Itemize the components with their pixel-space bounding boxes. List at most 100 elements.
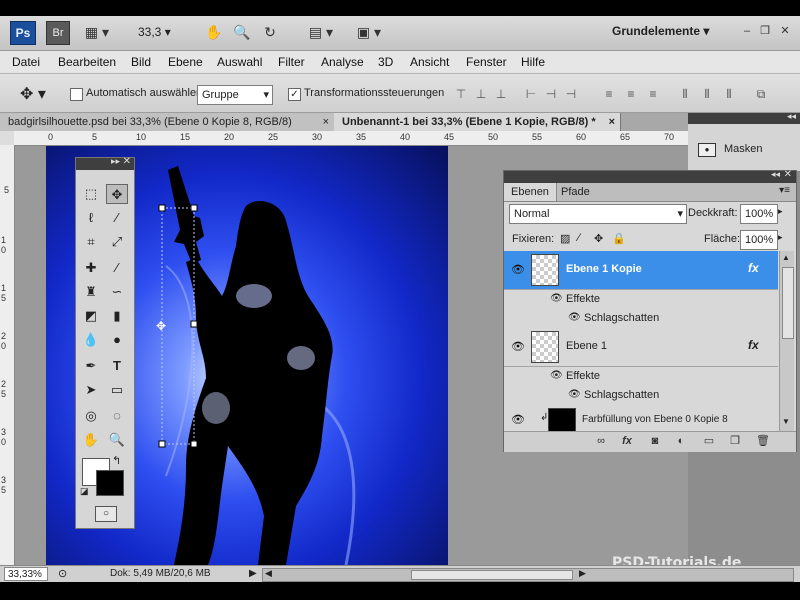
transform-controls-checkbox[interactable]: ✓ — [288, 88, 301, 101]
layer-row-ebene-1-kopie[interactable]: 👁 Ebene 1 Kopie fx — [504, 251, 778, 290]
restore-button[interactable]: ❐ — [756, 22, 774, 40]
close-icon[interactable]: ✕ — [784, 169, 792, 180]
menu-hilfe[interactable]: Hilfe — [521, 55, 545, 69]
align-top-icon[interactable]: ⊤ — [452, 87, 470, 101]
mask-icon[interactable]: ● — [698, 143, 716, 157]
tab-unbenannt-1[interactable]: Unbenannt-1 bei 33,3% (Ebene 1 Kopie, RG… — [334, 113, 621, 131]
marquee-tool-icon[interactable]: ⬚ — [80, 184, 102, 204]
3d-orbit-icon[interactable]: ◌ — [106, 406, 128, 426]
menu-3d[interactable]: 3D — [378, 55, 393, 69]
link-layers-icon[interactable]: ∞ — [592, 434, 610, 448]
zoom-tool-icon[interactable]: 🔍 — [232, 22, 252, 42]
layer-name[interactable]: Farbfüllung von Ebene 0 Kopie 8 — [582, 414, 728, 425]
blend-mode-dropdown[interactable]: Normal ▾ — [509, 204, 687, 224]
effect-row-drop-shadow[interactable]: 👁 Schlagschatten — [504, 309, 778, 329]
3d-rotate-icon[interactable]: ◎ — [80, 406, 102, 426]
new-layer-icon[interactable]: ❐ — [726, 434, 744, 448]
effects-row[interactable]: 👁 Effekte — [504, 367, 778, 387]
move-tool-preset-icon[interactable]: ✥ ▾ — [20, 84, 46, 104]
visibility-eye-icon[interactable]: 👁 — [568, 312, 581, 323]
crop-tool-icon[interactable]: ⌗ — [80, 232, 102, 252]
collapse-icon[interactable]: ◂◂ — [771, 169, 780, 180]
status-menu-arrow-icon[interactable]: ▶ — [249, 568, 257, 579]
horizontal-ruler[interactable]: 0 5 10 15 20 25 30 35 40 45 50 55 60 65 … — [14, 131, 688, 146]
tab-pfade[interactable]: Pfade — [554, 183, 597, 201]
opacity-input[interactable]: 100% — [740, 204, 778, 224]
distribute-center-icon[interactable]: ≡ — [622, 87, 640, 101]
add-mask-icon[interactable]: ◙ — [646, 434, 664, 448]
scroll-down-icon[interactable]: ▼ — [782, 417, 790, 426]
visibility-eye-icon[interactable]: 👁 — [510, 263, 526, 277]
lock-position-icon[interactable]: ✥ — [594, 232, 603, 245]
align-left-icon[interactable]: ⊢ — [522, 87, 540, 101]
quick-mask-icon[interactable]: ○ — [95, 506, 117, 522]
lock-pixels-icon[interactable]: ∕ — [578, 232, 580, 244]
background-color-swatch[interactable] — [96, 470, 124, 496]
menu-ebene[interactable]: Ebene — [168, 55, 203, 69]
healing-brush-icon[interactable]: ✚ — [80, 258, 102, 278]
history-brush-icon[interactable]: ∽ — [106, 282, 128, 302]
screen-mode-icon[interactable]: ▣ ▾ — [352, 22, 386, 42]
view-extras-icon[interactable]: ▦ ▾ — [82, 22, 112, 42]
close-icon[interactable]: ✕ — [123, 156, 131, 167]
rotate-view-icon[interactable]: ↻ — [260, 22, 280, 42]
align-bottom-icon[interactable]: ⊥ — [492, 87, 510, 101]
ruler-origin[interactable] — [0, 131, 15, 146]
menu-filter[interactable]: Filter — [278, 55, 305, 69]
adjustment-layer-icon[interactable]: ◐ — [672, 434, 690, 448]
distribute-left-icon[interactable]: ⫴ — [676, 87, 694, 101]
masks-label[interactable]: Masken — [724, 143, 763, 155]
collapse-icon[interactable]: ◂◂ — [787, 111, 796, 122]
shape-tool-icon[interactable]: ▭ — [106, 380, 128, 400]
delete-layer-icon[interactable]: 🗑 — [754, 434, 772, 448]
fill-slider-icon[interactable]: ▸ — [778, 232, 783, 243]
gradient-tool-icon[interactable]: ▮ — [106, 306, 128, 326]
add-style-icon[interactable]: fx — [618, 434, 636, 448]
tools-panel-header[interactable]: ▸▸ ✕ — [76, 156, 134, 170]
close-icon[interactable]: × — [609, 113, 615, 131]
opacity-slider-icon[interactable]: ▸ — [778, 206, 783, 217]
panel-menu-icon[interactable]: ▾≡ — [779, 185, 790, 196]
scroll-thumb[interactable] — [782, 267, 794, 339]
menu-analyse[interactable]: Analyse — [321, 55, 364, 69]
fx-icon[interactable]: fx — [748, 338, 759, 352]
scroll-right-icon[interactable]: ▶ — [579, 568, 586, 579]
workspace-switcher[interactable]: Grundelemente ▾ — [612, 24, 709, 38]
tab-badgirlsilhouette[interactable]: badgirlsilhouette.psd bei 33,3% (Ebene 0… — [0, 113, 335, 131]
text-tool-icon[interactable]: T — [106, 356, 128, 376]
magic-wand-icon[interactable]: ⁄ — [106, 208, 128, 228]
eyedropper-icon[interactable]: ⤢ — [106, 232, 128, 252]
masks-panel-header[interactable]: ◂◂ — [688, 111, 800, 124]
distribute-right-icon[interactable]: ⫴ — [720, 87, 738, 101]
auto-align-icon[interactable]: ⧉ — [752, 87, 770, 101]
default-colors-icon[interactable]: ◪ — [80, 486, 89, 497]
clone-stamp-icon[interactable]: ♜ — [80, 282, 102, 302]
new-group-icon[interactable]: ▭ — [700, 434, 718, 448]
align-vcenter-icon[interactable]: ⊥ — [472, 87, 490, 101]
distribute-top-icon[interactable]: ≡ — [600, 87, 618, 101]
layers-panel-header[interactable]: ◂◂ ✕ — [504, 169, 796, 183]
status-zoom-input[interactable]: 33,33% — [4, 567, 48, 581]
menu-bearbeiten[interactable]: Bearbeiten — [58, 55, 116, 69]
visibility-eye-icon[interactable]: 👁 — [568, 389, 581, 400]
auto-select-dropdown[interactable]: Gruppe ▾ — [197, 85, 273, 105]
lasso-tool-icon[interactable]: ℓ — [80, 208, 102, 228]
lock-all-icon[interactable]: 🔒 — [612, 232, 626, 245]
layer-row-ebene-1[interactable]: 👁 Ebene 1 fx — [504, 328, 778, 367]
effects-row[interactable]: 👁 Effekte — [504, 290, 778, 310]
tab-ebenen[interactable]: Ebenen — [504, 183, 557, 201]
menu-bild[interactable]: Bild — [131, 55, 151, 69]
menu-fenster[interactable]: Fenster — [466, 55, 507, 69]
collapse-icon[interactable]: ▸▸ — [111, 156, 120, 167]
hand-tool-icon[interactable]: ✋ — [204, 22, 224, 42]
visibility-eye-icon[interactable]: 👁 — [510, 413, 526, 427]
path-selection-icon[interactable]: ➤ — [80, 380, 102, 400]
distribute-hcenter-icon[interactable]: ⫴ — [698, 87, 716, 101]
hand-tool-icon[interactable]: ✋ — [80, 430, 102, 450]
scroll-thumb[interactable] — [411, 570, 573, 580]
menu-auswahl[interactable]: Auswahl — [217, 55, 262, 69]
auto-select-checkbox[interactable] — [70, 88, 83, 101]
effect-row-drop-shadow[interactable]: 👁 Schlagschatten — [504, 386, 778, 406]
vertical-ruler[interactable]: 5 1 0 1 5 2 0 2 5 3 0 3 5 — [0, 145, 15, 565]
move-tool-icon[interactable]: ✥ — [106, 184, 128, 204]
